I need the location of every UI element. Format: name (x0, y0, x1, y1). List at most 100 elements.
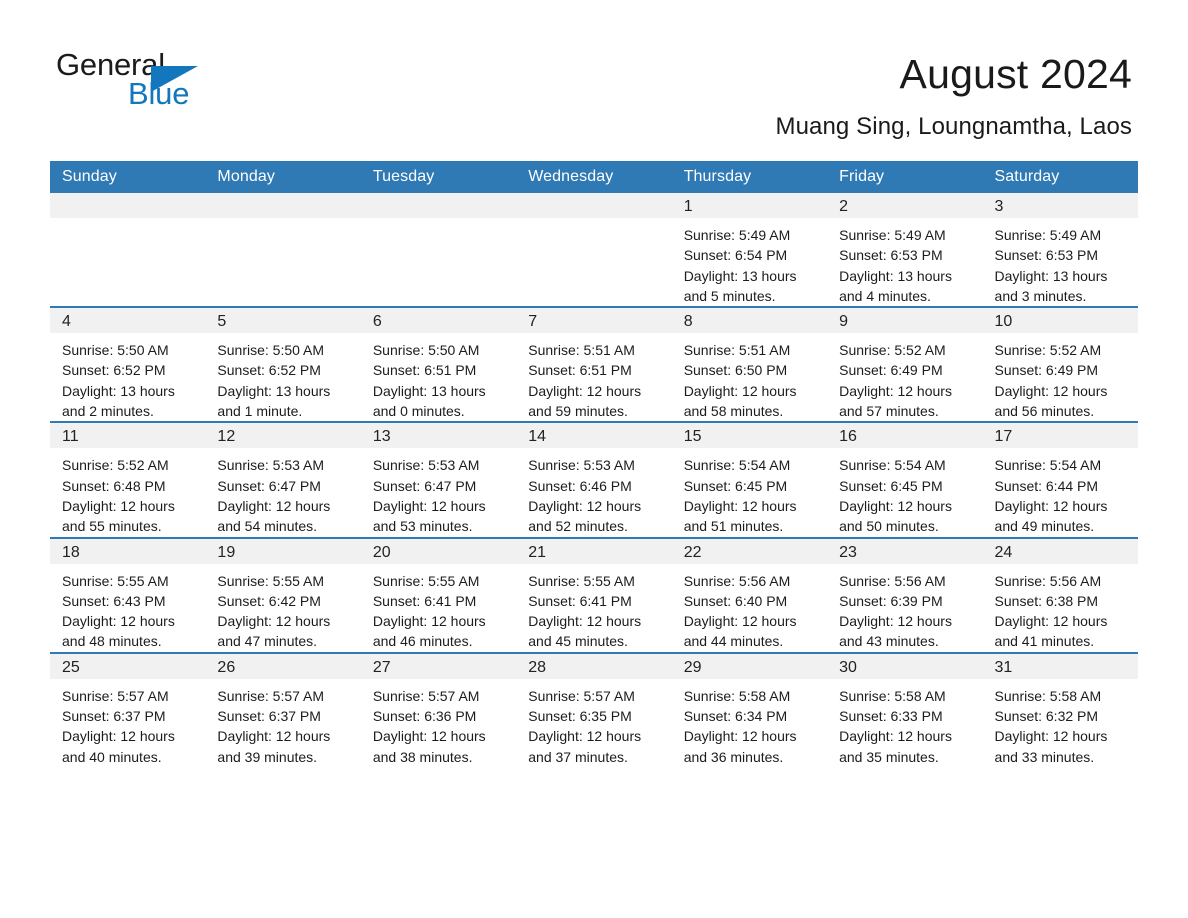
daylight-text: Daylight: 12 hours and 54 minutes. (217, 497, 331, 535)
calendar-day-cell[interactable]: 6 Sunrise: 5:50 AM Sunset: 6:51 PM Daylight… (360, 306, 517, 423)
sunset-text: Sunset: 6:44 PM (994, 477, 1099, 494)
calendar-week-row: 4 Sunrise: 5:50 AM Sunset: 6:52 PM Daylight… (50, 306, 1138, 423)
sunrise-text: Sunrise: 5:57 AM (372, 687, 480, 704)
day-number: 14 (516, 423, 672, 449)
sunrise-text: Sunrise: 5:52 AM (62, 457, 169, 474)
sunset-text: Sunset: 6:45 PM (683, 477, 788, 494)
sunset-text: Sunset: 6:43 PM (62, 592, 166, 609)
daylight-text: Daylight: 12 hours and 41 minutes. (994, 613, 1108, 650)
day-details: Sunrise: 5:57 AM Sunset: 6:37 PM Daylight:… (50, 679, 205, 767)
calendar-day-cell[interactable]: 18 Sunrise: 5:55 AM Sunset: 6:43 PM Dayligh… (50, 536, 206, 653)
calendar-day-cell[interactable]: 12 Sunrise: 5:53 AM Sunset: 6:47 PM Dayligh… (205, 421, 361, 538)
calendar-day-cell[interactable]: 1 Sunrise: 5:49 AM Sunset: 6:54 PM Daylight… (671, 193, 828, 308)
day-number: 1 (671, 193, 828, 218)
calendar-day-cell[interactable]: 7 Sunrise: 5:51 AM Sunset: 6:51 PM Daylight… (516, 306, 672, 423)
daylight-text: Daylight: 13 hours and 2 minutes. (62, 382, 175, 420)
calendar-day-cell[interactable]: 10 Sunrise: 5:52 AM Sunset: 6:49 PM Dayligh… (982, 306, 1138, 423)
sunrise-text: Sunrise: 5:56 AM (839, 572, 946, 589)
sunset-text: Sunset: 6:36 PM (372, 708, 477, 725)
calendar-day-cell[interactable]: 3 Sunrise: 5:49 AM Sunset: 6:53 PM Daylight… (982, 193, 1138, 308)
daylight-text: Daylight: 12 hours and 59 minutes. (528, 382, 642, 420)
day-number: 13 (360, 423, 517, 449)
calendar-day-cell[interactable]: 16 Sunrise: 5:54 AM Sunset: 6:45 PM Dayligh… (827, 421, 983, 538)
calendar-day-cell-empty (205, 193, 361, 308)
day-details: Sunrise: 5:49 AM Sunset: 6:53 PM Daylight:… (827, 218, 982, 306)
daylight-text: Daylight: 12 hours and 36 minutes. (683, 728, 797, 765)
daylight-text: Daylight: 12 hours and 58 minutes. (683, 382, 797, 420)
daylight-text: Daylight: 13 hours and 4 minutes. (839, 267, 952, 304)
calendar-day-cell[interactable]: 24 Sunrise: 5:56 AM Sunset: 6:38 PM Dayligh… (982, 536, 1138, 653)
general-blue-logo[interactable]: General Blue (56, 48, 206, 114)
calendar-day-cell[interactable]: 14 Sunrise: 5:53 AM Sunset: 6:46 PM Dayligh… (516, 421, 672, 538)
day-details: Sunrise: 5:49 AM Sunset: 6:53 PM Daylight:… (983, 218, 1138, 306)
day-details: Sunrise: 5:53 AM Sunset: 6:47 PM Daylight:… (361, 448, 516, 536)
day-number: 6 (360, 308, 517, 334)
day-number: 20 (360, 538, 517, 564)
day-details: Sunrise: 5:53 AM Sunset: 6:47 PM Daylight:… (205, 448, 360, 536)
sunset-text: Sunset: 6:52 PM (62, 362, 166, 379)
sunrise-text: Sunrise: 5:58 AM (839, 687, 946, 704)
daylight-text: Daylight: 12 hours and 48 minutes. (62, 613, 175, 650)
daylight-text: Daylight: 12 hours and 44 minutes. (683, 613, 797, 650)
day-number: 9 (827, 308, 983, 334)
weekday-header-wednesday: Wednesday (516, 161, 672, 193)
calendar-day-cell[interactable]: 20 Sunrise: 5:55 AM Sunset: 6:41 PM Dayligh… (360, 536, 517, 653)
calendar-day-cell[interactable]: 26 Sunrise: 5:57 AM Sunset: 6:37 PM Dayligh… (205, 651, 361, 767)
day-number: 12 (205, 423, 361, 449)
daylight-text: Daylight: 13 hours and 3 minutes. (994, 267, 1108, 304)
calendar-day-cell[interactable]: 25 Sunrise: 5:57 AM Sunset: 6:37 PM Dayligh… (50, 651, 206, 767)
sunrise-text: Sunrise: 5:55 AM (217, 572, 325, 589)
sunrise-text: Sunrise: 5:54 AM (839, 457, 946, 474)
calendar-page: General Blue August 2024 Muang Sing, Lou… (0, 0, 1188, 918)
calendar-day-cell[interactable]: 21 Sunrise: 5:55 AM Sunset: 6:41 PM Dayligh… (516, 536, 672, 653)
calendar-day-cell[interactable]: 5 Sunrise: 5:50 AM Sunset: 6:52 PM Daylight… (205, 306, 361, 423)
day-details: Sunrise: 5:56 AM Sunset: 6:40 PM Daylight:… (672, 564, 827, 652)
day-details: Sunrise: 5:49 AM Sunset: 6:54 PM Daylight:… (672, 218, 827, 306)
calendar-body: 1 Sunrise: 5:49 AM Sunset: 6:54 PM Daylight… (50, 193, 1138, 767)
sunrise-text: Sunrise: 5:54 AM (994, 457, 1102, 474)
sunrise-text: Sunrise: 5:55 AM (372, 572, 480, 589)
daylight-text: Daylight: 12 hours and 51 minutes. (683, 497, 797, 535)
calendar-day-cell[interactable]: 27 Sunrise: 5:57 AM Sunset: 6:36 PM Dayligh… (360, 651, 517, 767)
calendar-day-cell[interactable]: 22 Sunrise: 5:56 AM Sunset: 6:40 PM Dayligh… (671, 536, 828, 653)
calendar-day-cell[interactable]: 15 Sunrise: 5:54 AM Sunset: 6:45 PM Dayligh… (671, 421, 828, 538)
calendar-day-cell[interactable]: 17 Sunrise: 5:54 AM Sunset: 6:44 PM Dayligh… (982, 421, 1138, 538)
calendar-day-cell[interactable]: 29 Sunrise: 5:58 AM Sunset: 6:34 PM Dayligh… (671, 651, 828, 767)
day-number: 29 (671, 653, 828, 679)
weekday-header-tuesday: Tuesday (360, 161, 517, 193)
calendar-header-row: Sunday Monday Tuesday Wednesday Thursday… (50, 161, 1138, 193)
sunrise-text: Sunrise: 5:49 AM (839, 227, 946, 243)
calendar-day-cell[interactable]: 9 Sunrise: 5:52 AM Sunset: 6:49 PM Daylight… (827, 306, 983, 423)
calendar-day-cell[interactable]: 13 Sunrise: 5:53 AM Sunset: 6:47 PM Dayligh… (360, 421, 517, 538)
calendar-day-cell[interactable]: 2 Sunrise: 5:49 AM Sunset: 6:53 PM Daylight… (827, 193, 983, 308)
calendar-day-cell[interactable]: 30 Sunrise: 5:58 AM Sunset: 6:33 PM Dayligh… (827, 651, 983, 767)
calendar-week-row: 1 Sunrise: 5:49 AM Sunset: 6:54 PM Daylight… (50, 193, 1138, 308)
day-details: Sunrise: 5:53 AM Sunset: 6:46 PM Daylight:… (516, 448, 671, 536)
day-number (205, 193, 361, 218)
day-details: Sunrise: 5:56 AM Sunset: 6:39 PM Daylight:… (827, 564, 982, 652)
sunset-text: Sunset: 6:50 PM (683, 362, 788, 379)
daylight-text: Daylight: 12 hours and 45 minutes. (528, 613, 642, 650)
calendar-day-cell[interactable]: 19 Sunrise: 5:55 AM Sunset: 6:42 PM Dayligh… (205, 536, 361, 653)
calendar-day-cell[interactable]: 31 Sunrise: 5:58 AM Sunset: 6:32 PM Dayligh… (982, 651, 1138, 767)
sunrise-text: Sunrise: 5:56 AM (683, 572, 791, 589)
sunrise-text: Sunrise: 5:54 AM (683, 457, 791, 474)
sunset-text: Sunset: 6:52 PM (217, 362, 321, 379)
sunrise-text: Sunrise: 5:52 AM (994, 342, 1102, 359)
calendar-week-row: 25 Sunrise: 5:57 AM Sunset: 6:37 PM Dayligh… (50, 651, 1138, 767)
calendar-day-cell[interactable]: 4 Sunrise: 5:50 AM Sunset: 6:52 PM Daylight… (50, 306, 206, 423)
day-number: 17 (982, 423, 1138, 449)
calendar-day-cell[interactable]: 11 Sunrise: 5:52 AM Sunset: 6:48 PM Dayligh… (50, 421, 206, 538)
calendar-day-cell[interactable]: 23 Sunrise: 5:56 AM Sunset: 6:39 PM Dayligh… (827, 536, 983, 653)
page-header: General Blue August 2024 Muang Sing, Lou… (0, 0, 1188, 142)
calendar-day-cell-empty (360, 193, 517, 308)
day-number: 31 (982, 653, 1138, 679)
month-calendar: Sunday Monday Tuesday Wednesday Thursday… (50, 161, 1138, 767)
day-number (360, 193, 517, 218)
sunset-text: Sunset: 6:42 PM (217, 592, 321, 609)
daylight-text: Daylight: 12 hours and 33 minutes. (994, 728, 1108, 765)
sunrise-text: Sunrise: 5:53 AM (217, 457, 325, 474)
calendar-day-cell[interactable]: 28 Sunrise: 5:57 AM Sunset: 6:35 PM Dayligh… (516, 651, 672, 767)
day-details: Sunrise: 5:50 AM Sunset: 6:52 PM Daylight:… (50, 333, 205, 421)
calendar-day-cell[interactable]: 8 Sunrise: 5:51 AM Sunset: 6:50 PM Daylight… (671, 306, 828, 423)
